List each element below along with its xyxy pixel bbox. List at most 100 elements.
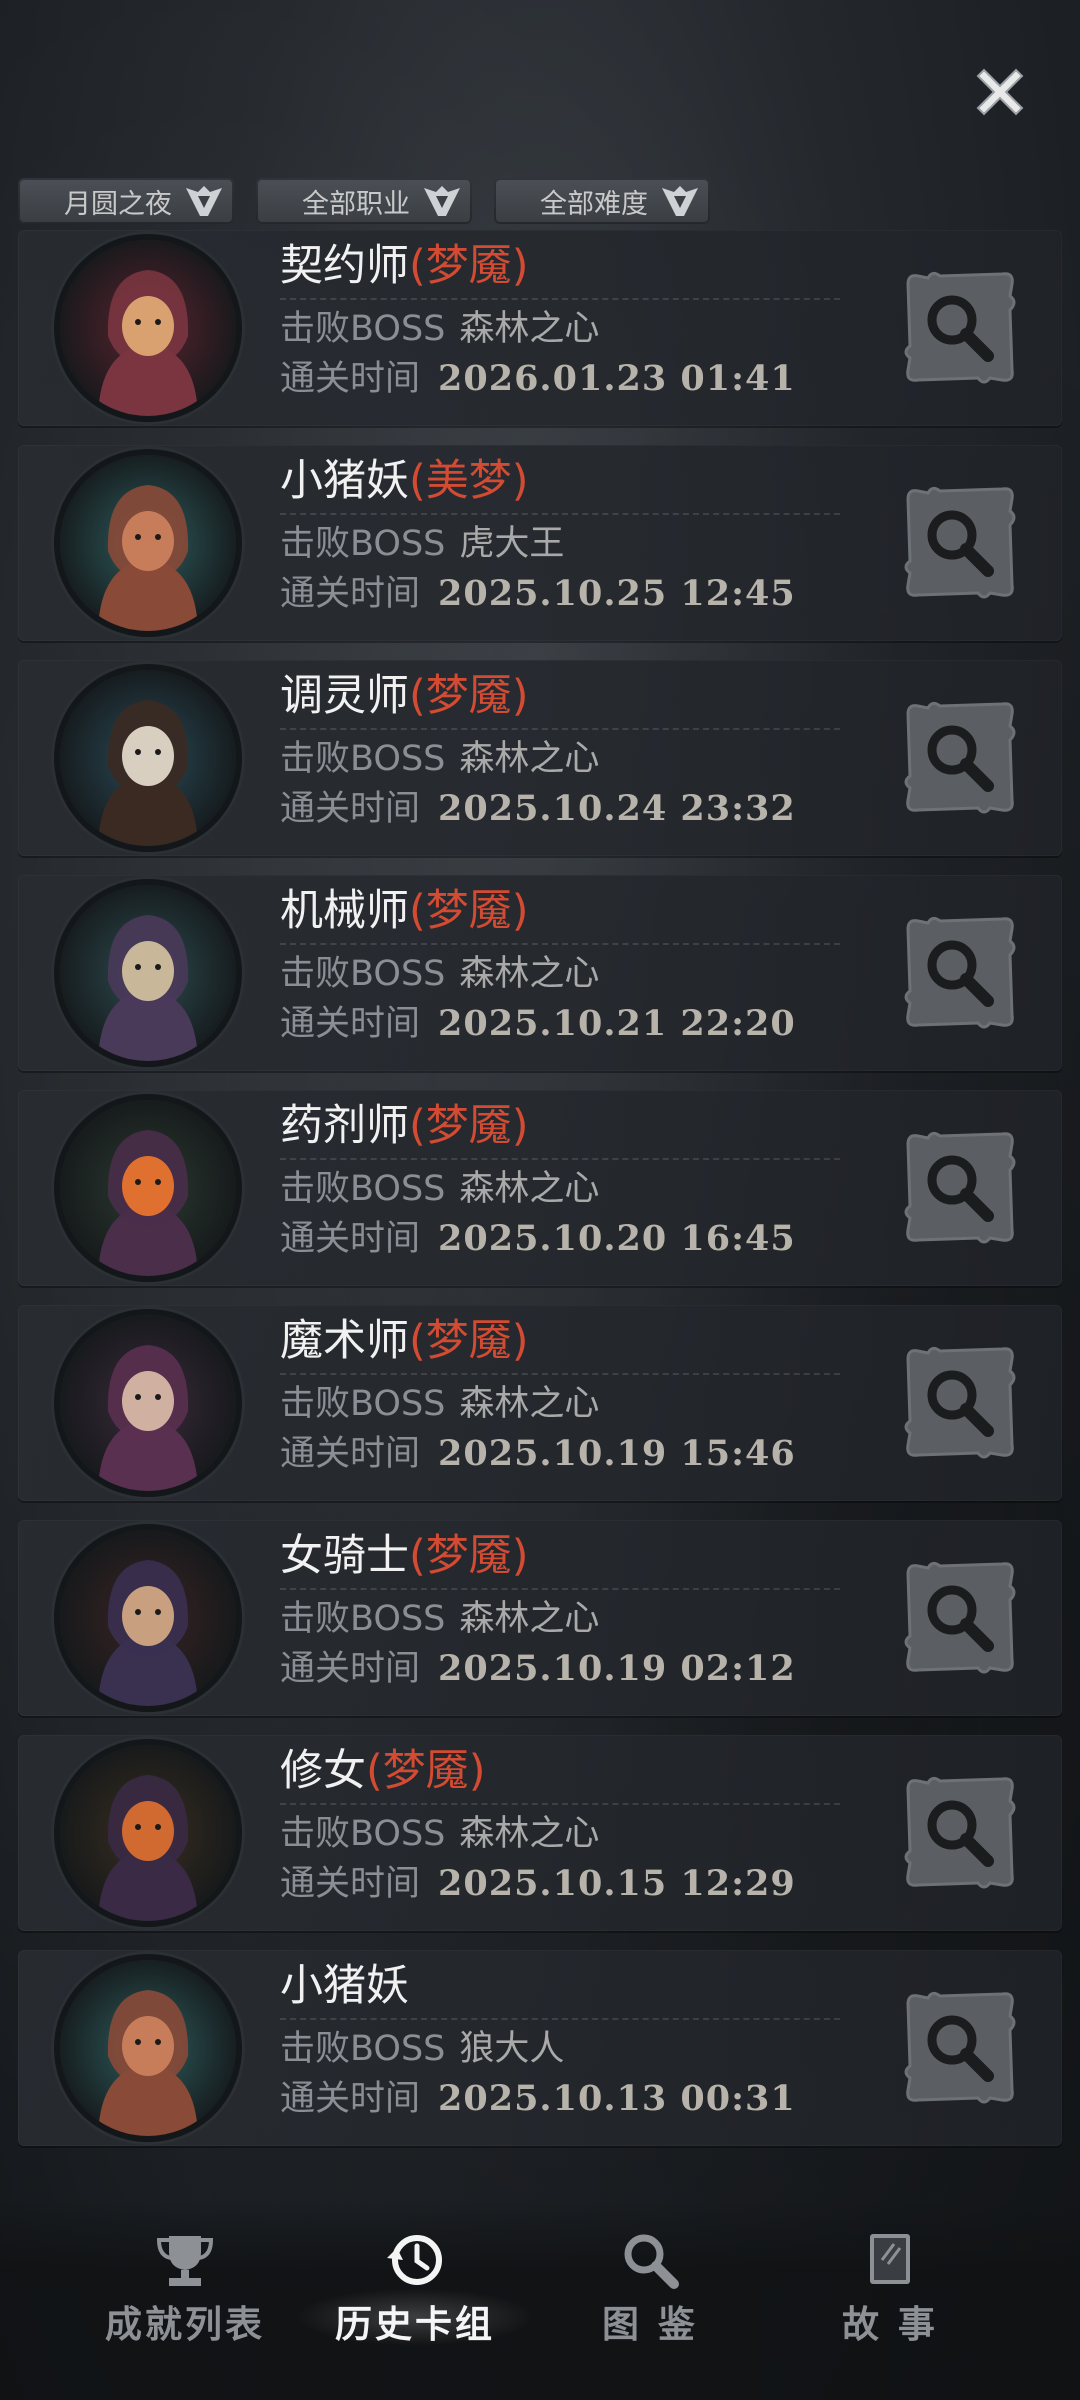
time-label: 通关时间 [280,1649,421,1689]
clear-time: 2025.10.25 12:45 [438,573,796,614]
view-deck-button[interactable] [898,1341,1022,1465]
boss-label: 击败BOSS [280,1384,446,1424]
filter-label: 月圆之夜 [64,188,172,220]
history-row: 小猪妖 击败BOSS 狼大人 通关时间 2025.10.13 00:31 [18,1950,1062,2146]
character-name: 调灵师 [280,671,409,721]
tab-achievements[interactable]: 成就列表 [85,2230,285,2348]
divider [280,728,840,730]
clear-time: 2025.10.24 23:32 [438,788,796,829]
view-deck-button[interactable] [898,911,1022,1035]
history-icon [387,2235,442,2285]
boss-name: 森林之心 [459,954,600,994]
boss-name: 森林之心 [459,1169,600,1209]
search-icon [904,916,1016,1029]
view-deck-button[interactable] [898,481,1022,605]
record-info: 小猪妖 击败BOSS 狼大人 通关时间 2025.10.13 00:31 [280,1956,850,2124]
history-row: 机械师(梦魇) 击败BOSS 森林之心 通关时间 2025.10.21 22:20 [18,875,1062,1071]
character-name: 药剂师 [280,1101,409,1151]
time-label: 通关时间 [280,359,421,399]
search-icon [904,1561,1016,1674]
boss-label: 击败BOSS [280,1599,446,1639]
tab-story[interactable]: 故 事 [790,2230,990,2348]
trophy-icon [156,2236,214,2286]
clear-time: 2025.10.19 15:46 [438,1433,796,1474]
tab-codex[interactable]: 图 鉴 [550,2230,750,2348]
character-avatar [60,885,236,1061]
filter-class-dropdown[interactable]: 全部职业 [256,178,472,224]
character-portrait-icon [98,700,198,846]
character-avatar [60,670,236,846]
filter-mode-dropdown[interactable]: 月圆之夜 [18,178,234,224]
clear-time-line: 通关时间 2025.10.15 12:29 [280,1859,850,1909]
view-deck-button[interactable] [898,1556,1022,1680]
boss-name: 森林之心 [459,739,600,779]
chevron-down-icon [662,186,698,216]
book-icon [870,2234,910,2284]
boss-name: 虎大王 [459,524,565,564]
boss-line: 击败BOSS 森林之心 [280,1809,850,1859]
difficulty-label: (梦魇) [366,1746,486,1796]
clear-time: 2025.10.20 16:45 [438,1218,796,1259]
boss-label: 击败BOSS [280,309,446,349]
character-name-line: 药剂师(梦魇) [280,1096,850,1156]
character-name-line: 调灵师(梦魇) [280,666,850,726]
character-name: 机械师 [280,886,409,936]
tab-label: 成就列表 [105,2303,265,2346]
difficulty-label: (梦魇) [409,886,529,936]
view-deck-button[interactable] [898,266,1022,390]
divider [280,1373,840,1375]
record-info: 小猪妖(美梦) 击败BOSS 虎大王 通关时间 2025.10.25 12:45 [280,451,850,619]
character-name-line: 魔术师(梦魇) [280,1311,850,1371]
clear-time: 2025.10.13 00:31 [438,2078,796,2119]
clear-time-line: 通关时间 2025.10.20 16:45 [280,1214,850,1264]
divider [280,513,840,515]
time-label: 通关时间 [280,1004,421,1044]
clear-time-line: 通关时间 2025.10.19 15:46 [280,1429,850,1479]
record-info: 调灵师(梦魇) 击败BOSS 森林之心 通关时间 2025.10.24 23:32 [280,666,850,834]
divider [280,943,840,945]
character-avatar [60,1745,236,1921]
time-label: 通关时间 [280,789,421,829]
time-label: 通关时间 [280,1434,421,1474]
character-avatar [60,1100,236,1276]
character-name: 小猪妖 [280,1961,409,2011]
divider [280,1158,840,1160]
clear-time: 2025.10.15 12:29 [438,1863,796,1904]
history-row: 魔术师(梦魇) 击败BOSS 森林之心 通关时间 2025.10.19 15:46 [18,1305,1062,1501]
clear-time: 2025.10.21 22:20 [438,1003,796,1044]
bottom-navigation: 成就列表 历史卡组 图 鉴 故 事 [0,2200,1080,2400]
history-list: 契约师(梦魇) 击败BOSS 森林之心 通关时间 2026.01.23 01:41 … [18,230,1062,2165]
history-row: 小猪妖(美梦) 击败BOSS 虎大王 通关时间 2025.10.25 12:45 [18,445,1062,641]
history-row: 调灵师(梦魇) 击败BOSS 森林之心 通关时间 2025.10.24 23:32 [18,660,1062,856]
view-deck-button[interactable] [898,696,1022,820]
search-icon [904,701,1016,814]
view-deck-button[interactable] [898,1126,1022,1250]
boss-label: 击败BOSS [280,1814,446,1854]
character-portrait-icon [98,1130,198,1276]
filter-bar: 月圆之夜 全部职业 全部难度 [18,178,710,226]
character-avatar [60,455,236,631]
clear-time-line: 通关时间 2025.10.24 23:32 [280,784,850,834]
boss-name: 森林之心 [459,309,600,349]
clear-time-line: 通关时间 2025.10.19 02:12 [280,1644,850,1694]
close-button[interactable] [970,62,1030,122]
tab-history-decks[interactable]: 历史卡组 [295,2230,535,2348]
time-label: 通关时间 [280,1864,421,1904]
boss-label: 击败BOSS [280,2029,446,2069]
record-info: 魔术师(梦魇) 击败BOSS 森林之心 通关时间 2025.10.19 15:46 [280,1311,850,1479]
character-name: 女骑士 [280,1531,409,1581]
filter-label: 全部难度 [540,188,648,220]
boss-name: 森林之心 [459,1814,600,1854]
search-icon [904,486,1016,599]
boss-label: 击败BOSS [280,524,446,564]
divider [280,2018,840,2020]
character-avatar [60,1530,236,1706]
history-row: 女骑士(梦魇) 击败BOSS 森林之心 通关时间 2025.10.19 02:12 [18,1520,1062,1716]
view-deck-button[interactable] [898,1771,1022,1895]
clear-time-line: 通关时间 2025.10.13 00:31 [280,2074,850,2124]
filter-difficulty-dropdown[interactable]: 全部难度 [494,178,710,224]
character-name-line: 修女(梦魇) [280,1741,850,1801]
view-deck-button[interactable] [898,1986,1022,2110]
close-icon [976,68,1024,116]
clear-time-line: 通关时间 2025.10.21 22:20 [280,999,850,1049]
